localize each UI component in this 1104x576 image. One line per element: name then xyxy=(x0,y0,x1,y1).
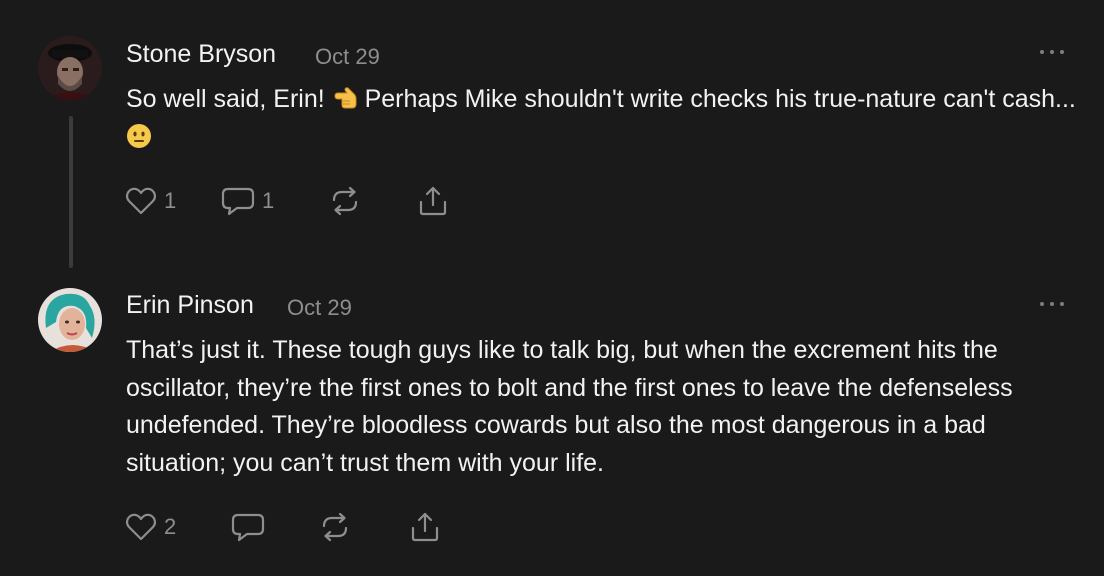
share-button[interactable] xyxy=(416,183,450,219)
heart-icon xyxy=(125,513,157,541)
heart-icon xyxy=(125,187,157,215)
restack-button[interactable] xyxy=(318,509,352,545)
comment-date[interactable]: Oct 29 xyxy=(315,44,380,70)
avatar-image xyxy=(38,36,102,100)
reply-button[interactable]: 1 xyxy=(220,183,274,219)
neutral-face-icon xyxy=(127,123,151,148)
share-upload-icon xyxy=(419,186,447,216)
comment-text-part: So well said, Erin! xyxy=(126,85,332,113)
restack-arrows-icon xyxy=(332,186,358,216)
more-options-button[interactable] xyxy=(1040,299,1064,309)
comment-body: That’s just it. These tough guys like to… xyxy=(126,336,1013,477)
comment-date[interactable]: Oct 29 xyxy=(287,295,352,321)
more-options-button[interactable] xyxy=(1040,47,1064,57)
share-button[interactable] xyxy=(408,509,442,545)
restack-button[interactable] xyxy=(328,183,362,219)
author-name[interactable]: Erin Pinson xyxy=(126,291,254,320)
comment-body: So well said, Erin! Perhaps Mike shouldn… xyxy=(126,81,1086,156)
thread-line xyxy=(69,116,73,268)
more-dots-icon xyxy=(1040,302,1044,306)
speech-bubble-icon xyxy=(231,513,265,542)
like-count: 2 xyxy=(164,514,177,539)
reply-count: 1 xyxy=(262,188,275,213)
author-name[interactable]: Stone Bryson xyxy=(126,40,276,69)
comment-erin-pinson: Erin Pinson Oct 29 That’s just it. These… xyxy=(0,280,1104,576)
restack-arrows-icon xyxy=(322,512,348,542)
reply-button[interactable] xyxy=(230,509,266,545)
like-button[interactable]: 1 xyxy=(124,183,176,219)
comment-stone-bryson: Stone Bryson Oct 29 So well said, Erin! … xyxy=(0,0,1104,280)
backhand-index-pointing-left-icon xyxy=(334,87,357,109)
speech-bubble-icon xyxy=(221,187,255,216)
comment-text-part: Perhaps Mike shouldn't write checks his … xyxy=(357,85,1076,113)
avatar[interactable] xyxy=(38,36,102,100)
avatar[interactable] xyxy=(38,288,102,352)
avatar-image xyxy=(38,288,102,352)
like-count: 1 xyxy=(164,188,177,213)
more-dots-icon xyxy=(1040,50,1044,54)
like-button[interactable]: 2 xyxy=(124,509,176,545)
share-upload-icon xyxy=(411,512,439,542)
